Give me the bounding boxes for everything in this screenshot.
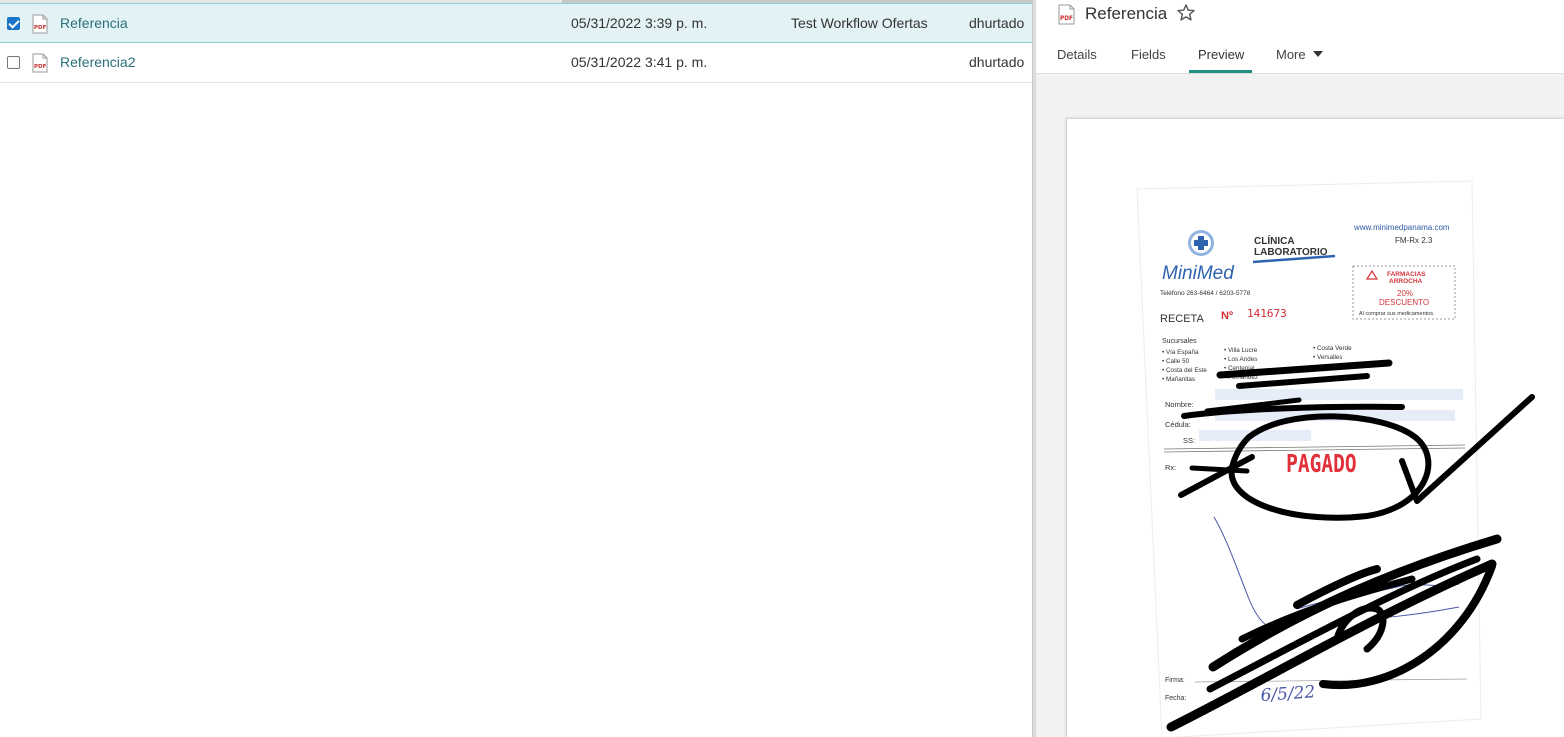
modified-date: 05/31/2022 3:39 p. m. (571, 15, 708, 31)
svg-text:PDF: PDF (34, 64, 47, 70)
promo-line1: FARMACIAS (1387, 271, 1426, 278)
paid-stamp: PAGADO (1286, 450, 1356, 479)
promo-line5: Al comprar sus medicamentos. (1359, 311, 1435, 317)
user-name: dhurtado (969, 15, 1025, 31)
cedula-label: Cédula: (1165, 420, 1191, 429)
tab-preview[interactable]: Preview (1198, 47, 1244, 62)
star-outline-icon[interactable] (1176, 3, 1196, 23)
sucursales-label: Sucursales (1162, 338, 1197, 345)
branch-item: • Los Andes (1224, 356, 1257, 363)
table-row[interactable]: PDF Referencia2 05/31/2022 3:41 p. m. dh… (0, 43, 1032, 83)
branch-item: • Costa del Este (1162, 367, 1207, 374)
tab-fields[interactable]: Fields (1131, 47, 1166, 62)
document-list: PDF Referencia 05/31/2022 3:39 p. m. Tes… (0, 0, 1032, 737)
branch-item: • Calle 50 (1162, 358, 1190, 365)
caret-down-icon (1312, 51, 1323, 57)
phone-text: Teléfono 263-6464 / 6203-5778 (1160, 290, 1251, 297)
row-checkbox[interactable] (7, 17, 20, 30)
tab-more[interactable]: More (1276, 47, 1323, 62)
branch-item: • Vía España (1162, 349, 1199, 356)
branch-item: • Versalles (1313, 354, 1343, 361)
branch-item: • Mañanitas (1162, 376, 1195, 383)
preview-header: PDF Referencia Details Fields Preview Mo… (1036, 0, 1564, 74)
minimed-logo (1188, 230, 1214, 256)
website-text: www.minimedpanama.com (1353, 223, 1450, 232)
promo-line4: DESCUENTO (1379, 298, 1429, 307)
document-page: MiniMed CLÍNICA LABORATORIO www.minimedp… (1066, 118, 1564, 737)
svg-text:PDF: PDF (34, 25, 47, 31)
branch-item: • Villa Lucre (1224, 347, 1258, 354)
svg-text:PDF: PDF (1060, 16, 1073, 22)
receta-number: 141673 (1247, 307, 1287, 320)
table-row[interactable]: PDF Referencia 05/31/2022 3:39 p. m. Tes… (0, 3, 1032, 43)
ss-label: SS: (1183, 436, 1195, 445)
clinic-line1: CLÍNICA (1254, 234, 1295, 247)
preview-title: Referencia (1085, 4, 1168, 23)
receta-label: RECETA (1160, 313, 1204, 325)
rx-label: Rx: (1165, 463, 1176, 472)
firma-label: Firma: (1165, 677, 1185, 684)
modified-date: 05/31/2022 3:41 p. m. (571, 54, 708, 70)
promo-line3: 20% (1397, 289, 1413, 298)
tab-details[interactable]: Details (1057, 47, 1097, 62)
nombre-label: Nombre: (1165, 400, 1194, 409)
row-checkbox[interactable] (7, 56, 20, 69)
user-name: dhurtado (969, 54, 1025, 70)
workflow-name: Test Workflow Ofertas (791, 15, 928, 31)
promo-line2: ARROCHA (1389, 278, 1423, 285)
scanned-prescription: MiniMed CLÍNICA LABORATORIO www.minimedp… (1136, 180, 1535, 737)
file-name-link[interactable]: Referencia2 (60, 54, 136, 70)
pdf-file-icon: PDF (32, 14, 48, 34)
file-name-link[interactable]: Referencia (60, 15, 128, 31)
tab-more-label: More (1276, 47, 1306, 62)
handwritten-date: 6/5/22 (1260, 682, 1316, 706)
fecha-label: Fecha: (1165, 695, 1186, 702)
pdf-file-icon: PDF (1058, 4, 1075, 25)
pdf-file-icon: PDF (32, 53, 48, 73)
form-code: FM-Rx 2.3 (1395, 236, 1433, 245)
branch-item: • Costa Verde (1313, 345, 1352, 352)
preview-pane: PDF Referencia Details Fields Preview Mo… (1036, 0, 1564, 737)
logo-text: MiniMed (1162, 263, 1235, 284)
active-tab-indicator (1189, 70, 1252, 73)
receta-no-label: Nº (1221, 310, 1233, 322)
